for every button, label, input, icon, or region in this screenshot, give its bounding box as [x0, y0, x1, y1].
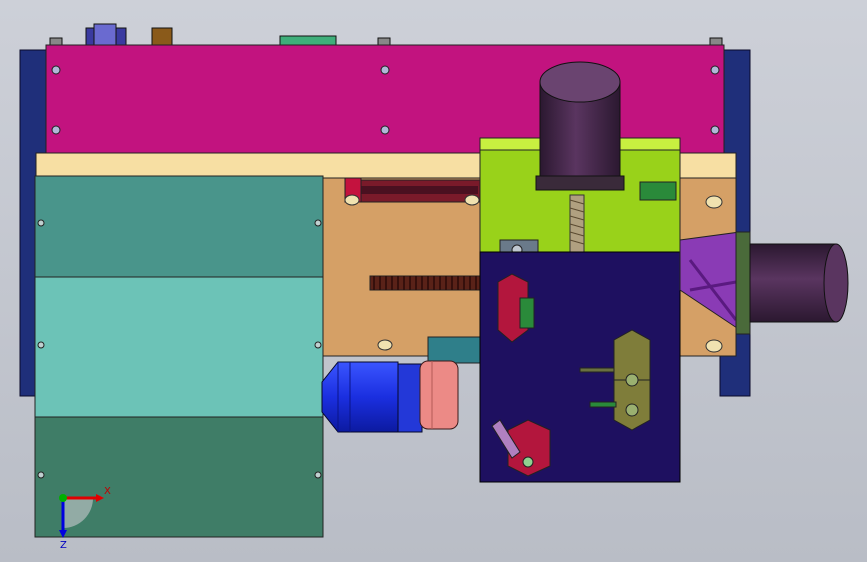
right-horizontal-motor	[749, 243, 849, 323]
gear-rack	[369, 275, 483, 291]
vertical-stepper-motor	[535, 61, 625, 191]
assembly-drawing[interactable]: X Z	[0, 0, 867, 562]
top-connectors	[49, 23, 723, 47]
triad-x-label: X	[104, 486, 111, 497]
salmon-coupler	[419, 360, 459, 430]
green-limit-switch	[639, 181, 677, 201]
teal-clamp	[427, 336, 481, 364]
rail-groove	[360, 186, 478, 194]
teal-panel-upper	[34, 175, 324, 278]
blue-drive-motor	[321, 361, 423, 433]
cad-viewport[interactable]: X Z	[0, 0, 867, 562]
teal-panel-middle	[34, 276, 324, 418]
magenta-cover-plate	[45, 44, 725, 154]
triad-z-label: Z	[60, 540, 67, 551]
triad-y-axis	[59, 494, 67, 502]
